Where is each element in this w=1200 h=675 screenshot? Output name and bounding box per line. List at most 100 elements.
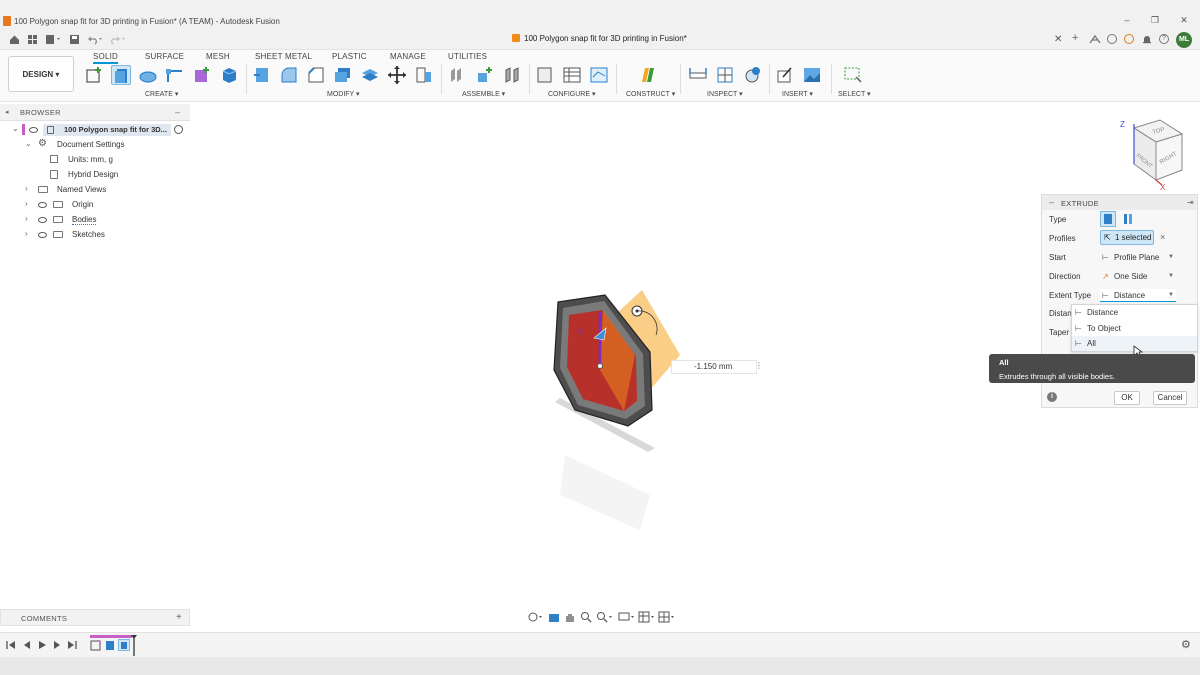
tab-solid[interactable]: SOLID <box>93 52 119 64</box>
close-tab-button[interactable]: ✕ <box>1054 34 1062 45</box>
step-back-icon[interactable] <box>22 640 32 650</box>
dialog-collapse-icon[interactable]: – <box>1049 197 1054 207</box>
dropdown-option-distance[interactable]: ⊢ Distance <box>1072 305 1197 320</box>
split-body-icon[interactable] <box>360 65 380 85</box>
visibility-eye-icon[interactable] <box>29 127 38 133</box>
dialog-expand-icon[interactable]: ⇥ <box>1187 198 1194 207</box>
notifications-bell-icon[interactable] <box>1142 34 1152 45</box>
direction-select[interactable]: ↗ One Side ▼ <box>1100 270 1176 283</box>
start-select[interactable]: ⊢ Profile Plane ▼ <box>1100 251 1176 264</box>
joint-icon[interactable] <box>475 65 495 85</box>
inspect-group-label[interactable]: INSPECT ▾ <box>707 90 743 98</box>
tree-origin-row[interactable]: › Origin <box>0 198 190 213</box>
dropdown-option-to-object[interactable]: ⊢ To Object <box>1072 321 1197 336</box>
sweep-icon[interactable] <box>165 65 185 85</box>
timeline-sketch-icon[interactable] <box>90 639 102 651</box>
close-window-button[interactable]: ✕ <box>1177 14 1191 26</box>
measure-icon[interactable] <box>688 65 708 85</box>
file-menu-icon[interactable] <box>45 34 63 45</box>
extent-type-select[interactable]: ⊢ Distance ▼ <box>1100 289 1176 302</box>
job-status-icon[interactable] <box>1107 34 1117 44</box>
document-tab[interactable]: 100 Polygon snap fit for 3D printing in … <box>512 34 687 43</box>
add-comment-button[interactable]: + <box>176 612 182 623</box>
press-pull-icon[interactable] <box>252 65 272 85</box>
dimension-options-icon[interactable]: ⋮ <box>755 361 763 370</box>
viewcube[interactable]: TOP FRONT RIGHT Z X <box>1120 118 1192 190</box>
new-component-icon[interactable] <box>448 65 468 85</box>
new-tab-button[interactable]: + <box>1072 32 1078 44</box>
configuration-rules-icon[interactable] <box>589 65 609 85</box>
box-icon[interactable] <box>219 65 239 85</box>
chevron-right-icon[interactable]: › <box>25 214 28 223</box>
create-group-label[interactable]: CREATE ▾ <box>145 90 178 98</box>
minimize-button[interactable]: – <box>1120 14 1134 26</box>
visibility-eye-icon[interactable] <box>38 232 47 238</box>
construct-group-label[interactable]: CONSTRUCT ▾ <box>626 90 675 98</box>
solid-type-icon[interactable] <box>1100 211 1116 227</box>
chevron-right-icon[interactable]: › <box>25 229 28 238</box>
tab-mesh[interactable]: MESH <box>206 52 230 61</box>
configure-icon[interactable] <box>535 65 555 85</box>
profiles-selection-button[interactable]: ⇱ 1 selected <box>1100 230 1154 245</box>
save-icon[interactable] <box>69 34 80 45</box>
cancel-button[interactable]: Cancel <box>1153 391 1187 405</box>
grid-icon[interactable] <box>27 34 38 45</box>
workspace-switcher-button[interactable]: DESIGN ▾ <box>8 56 74 92</box>
clear-selection-icon[interactable]: × <box>1160 232 1165 242</box>
tree-document-settings-row[interactable]: ⌄ ⚙ Document Settings <box>0 138 190 153</box>
as-built-joint-icon[interactable] <box>502 65 522 85</box>
chamfer-icon[interactable] <box>306 65 326 85</box>
collapse-panel-icon[interactable]: ◂ <box>5 108 9 116</box>
revolve-icon[interactable] <box>138 65 158 85</box>
redo-icon[interactable] <box>110 34 128 45</box>
assemble-group-label[interactable]: ASSEMBLE ▾ <box>462 90 505 98</box>
tree-hybrid-design-row[interactable]: Hybrid Design <box>0 168 190 183</box>
undo-icon[interactable] <box>87 34 105 45</box>
thin-type-icon[interactable] <box>1120 211 1136 227</box>
select-group-label[interactable]: SELECT ▾ <box>838 90 871 98</box>
section-analysis-icon[interactable] <box>742 65 762 85</box>
tree-units-row[interactable]: Units: mm, g <box>0 153 190 168</box>
chevron-right-icon[interactable]: › <box>25 184 28 193</box>
create-form-icon[interactable] <box>192 65 212 85</box>
online-status-icon[interactable] <box>1124 34 1134 44</box>
display-settings-icon[interactable] <box>618 611 636 623</box>
look-at-icon[interactable] <box>548 611 560 623</box>
offset-plane-icon[interactable] <box>638 65 658 85</box>
interference-icon[interactable] <box>715 65 735 85</box>
tab-sheet-metal[interactable]: SHEET METAL <box>255 52 312 61</box>
help-icon[interactable]: ? <box>1159 34 1169 44</box>
timeline-extrude-icon[interactable] <box>104 639 116 651</box>
move-copy-icon[interactable] <box>387 65 407 85</box>
modify-group-label[interactable]: MODIFY ▾ <box>327 90 360 98</box>
tab-plastic[interactable]: PLASTIC <box>332 52 367 61</box>
info-icon[interactable]: i <box>1047 392 1057 402</box>
extensions-icon[interactable] <box>1089 34 1101 45</box>
browser-collapse-button[interactable]: – <box>175 107 180 117</box>
step-forward-icon[interactable] <box>52 640 62 650</box>
distance-dimension-input[interactable]: -1.150 mm <box>671 360 757 374</box>
play-icon[interactable] <box>37 640 47 650</box>
visibility-eye-icon[interactable] <box>38 217 47 223</box>
tree-root-row[interactable]: ⌄ 100 Polygon snap fit for 3D... <box>0 123 190 138</box>
tab-manage[interactable]: MANAGE <box>390 52 426 61</box>
tree-named-views-row[interactable]: › Named Views <box>0 183 190 198</box>
maximize-button[interactable]: ❐ <box>1148 14 1162 26</box>
timeline-settings-gear-icon[interactable]: ⚙ <box>1181 638 1191 651</box>
model-viewport[interactable]: -1 <box>520 280 780 540</box>
home-icon[interactable] <box>9 34 20 45</box>
insert-group-label[interactable]: INSERT ▾ <box>782 90 813 98</box>
tab-utilities[interactable]: UTILITIES <box>448 52 487 61</box>
timeline-extrude-active-icon[interactable] <box>118 639 130 651</box>
visibility-eye-icon[interactable] <box>38 202 47 208</box>
grid-settings-icon[interactable] <box>638 611 656 623</box>
configuration-table-icon[interactable] <box>562 65 582 85</box>
tree-bodies-row[interactable]: › Bodies <box>0 213 190 228</box>
chevron-down-icon[interactable]: ⌄ <box>25 139 32 148</box>
go-to-end-icon[interactable] <box>67 640 77 650</box>
select-window-icon[interactable] <box>843 65 863 85</box>
ok-button[interactable]: OK <box>1114 391 1140 405</box>
create-sketch-icon[interactable] <box>85 65 105 85</box>
go-to-start-icon[interactable] <box>6 640 16 650</box>
extrude-icon[interactable] <box>111 65 131 85</box>
